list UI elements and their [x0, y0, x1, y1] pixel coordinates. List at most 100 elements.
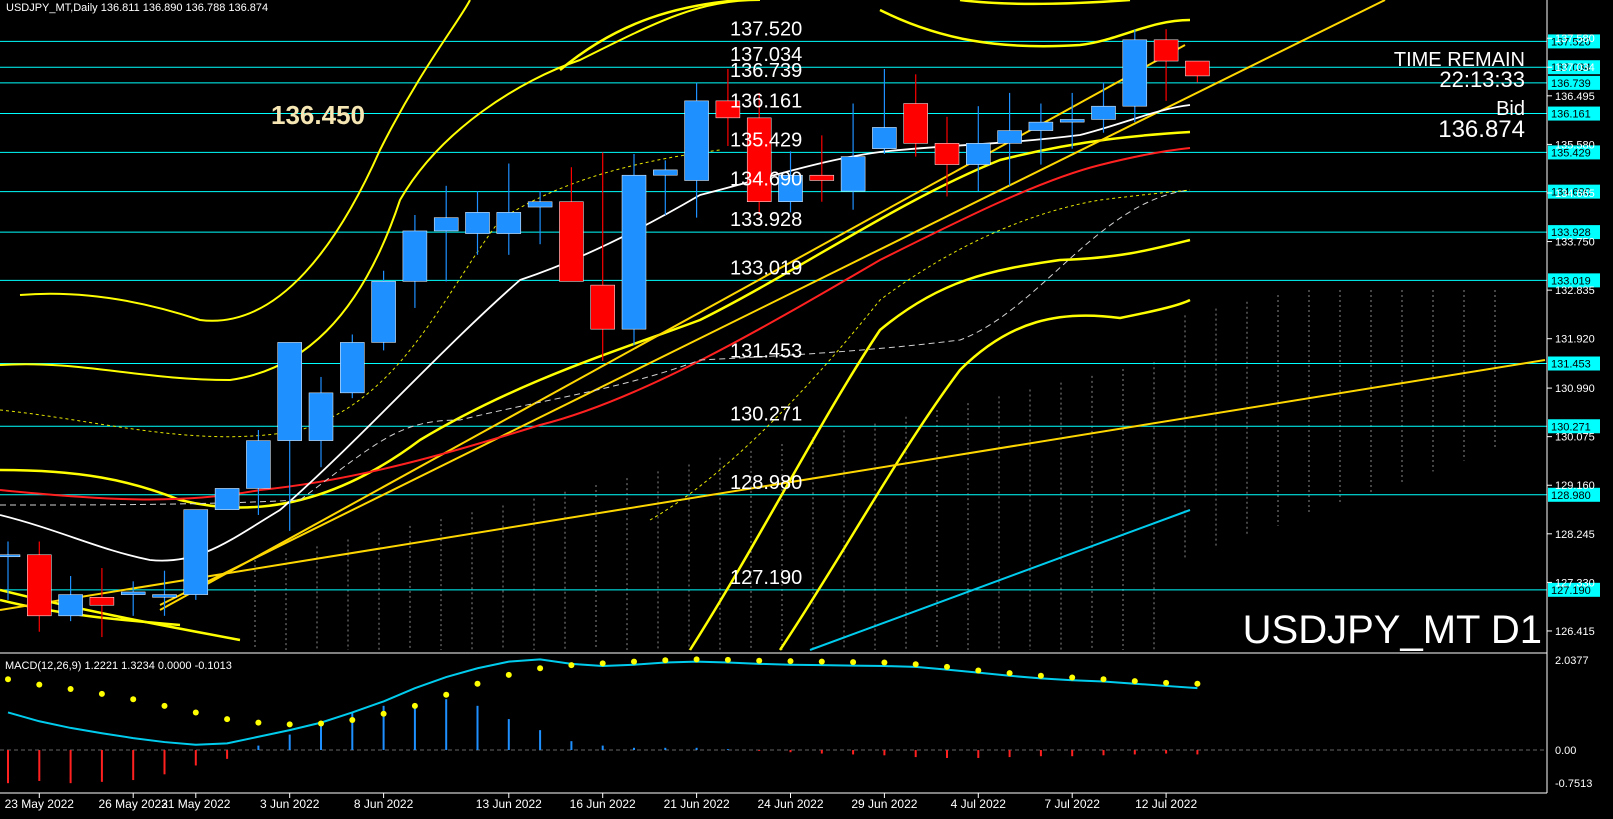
level-label: 128.980 — [730, 472, 802, 494]
price-tick-label: 129.160 — [1555, 480, 1595, 492]
bull-candle — [214, 488, 240, 510]
bull-candle — [402, 230, 428, 282]
bull-candle — [371, 281, 396, 343]
macd-signal-dot — [224, 716, 231, 723]
level-label: 133.019 — [730, 257, 802, 279]
level-label: 133.928 — [730, 209, 802, 231]
date-tick-label: 29 Jun 2022 — [851, 797, 917, 811]
macd-signal-dot — [443, 691, 450, 698]
price-tick-label: 135.580 — [1555, 139, 1595, 151]
date-tick-label: 4 Jul 2022 — [951, 797, 1007, 811]
bull-candle — [1122, 39, 1148, 107]
price-tick-label: 130.990 — [1555, 383, 1595, 395]
macd-signal-dot — [944, 663, 950, 670]
price-tick-label: 128.245 — [1555, 529, 1595, 541]
macd-signal-dot — [318, 720, 324, 727]
macd-tick-label: -0.7513 — [1555, 778, 1592, 790]
macd-signal-dot — [1069, 674, 1076, 681]
bull-candle — [465, 212, 490, 234]
macd-signal-dot — [724, 656, 731, 663]
bull-candle — [277, 342, 302, 441]
bull-candle — [527, 201, 553, 208]
level-price-tag-label: 131.453 — [1551, 359, 1591, 371]
bull-candle — [1091, 105, 1116, 120]
macd-label: MACD(12,26,9) 1.2221 1.3234 0.0000 -0.10… — [5, 660, 232, 672]
macd-signal-dot — [1037, 672, 1044, 679]
chart-header: USDJPY_MT,Daily 136.811 136.890 136.788 … — [6, 2, 268, 14]
bull-candle — [621, 174, 647, 330]
bear-candle — [903, 103, 928, 144]
marker-label: 136.450 — [271, 100, 365, 130]
level-price-tag-label: 136.739 — [1551, 78, 1591, 90]
level-label: 136.161 — [730, 91, 802, 113]
chart-background — [0, 0, 1613, 819]
bear-candle — [590, 284, 615, 330]
bull-candle — [58, 594, 83, 617]
bull-candle — [152, 594, 177, 598]
date-tick-label: 7 Jul 2022 — [1045, 797, 1101, 811]
price-tick-label: 133.750 — [1555, 237, 1595, 249]
date-tick-label: 16 Jun 2022 — [570, 797, 636, 811]
bear-candle — [1185, 60, 1210, 77]
price-tick-label: 136.495 — [1555, 91, 1595, 103]
bull-candle — [0, 554, 21, 558]
macd-signal-dot — [756, 657, 763, 664]
macd-signal-dot — [1194, 680, 1201, 687]
price-tick-label: 137.034 — [1555, 62, 1595, 74]
macd-signal-dot — [568, 662, 575, 669]
macd-signal-dot — [693, 656, 700, 663]
date-tick-label: 26 May 2022 — [99, 797, 169, 811]
macd-signal-dot — [380, 710, 387, 717]
macd-signal-dot — [349, 716, 356, 723]
bull-candle — [872, 127, 897, 149]
bull-candle — [120, 591, 146, 595]
bear-candle — [89, 597, 115, 606]
price-tick-label: 132.835 — [1555, 285, 1595, 297]
macd-signal-dot — [411, 702, 418, 709]
bull-candle — [308, 392, 334, 441]
bull-candle — [1028, 121, 1054, 131]
price-chart[interactable]: 137.520 137.034 136.739 136.161 135.429 134.6… — [0, 0, 1613, 819]
bull-candle — [997, 130, 1022, 144]
macd-signal-dot — [98, 690, 105, 697]
level-label: 135.429 — [730, 129, 802, 151]
macd-tick-label: 2.0377 — [1555, 655, 1589, 667]
macd-signal-dot — [818, 658, 825, 665]
bull-candle — [433, 217, 459, 232]
level-label: 127.190 — [730, 567, 802, 589]
macd-signal-dot — [599, 660, 606, 667]
price-tick-label: 131.920 — [1555, 334, 1595, 346]
date-tick-label: 21 Jun 2022 — [664, 797, 730, 811]
price-tick-label: 127.330 — [1555, 577, 1595, 589]
macd-signal-dot — [255, 719, 262, 726]
bear-candle — [1153, 39, 1179, 62]
level-label: 131.453 — [730, 341, 802, 363]
macd-signal-dot — [1006, 670, 1013, 677]
macd-signal-dot — [474, 680, 481, 687]
time-remain-value: 22:13:33 — [1439, 67, 1525, 92]
price-tick-label: 126.415 — [1555, 626, 1595, 638]
bull-candle — [246, 440, 271, 489]
macd-signal-dot — [1131, 678, 1138, 685]
date-tick-label: 12 Jul 2022 — [1135, 797, 1197, 811]
macd-signal-dot — [192, 709, 199, 716]
macd-signal-dot — [505, 671, 512, 678]
price-tick-label: 130.075 — [1555, 432, 1595, 444]
macd-signal-dot — [286, 721, 293, 728]
bid-value: 136.874 — [1438, 116, 1525, 143]
bull-candle — [840, 156, 866, 192]
level-label: 134.690 — [730, 169, 802, 191]
bear-candle — [559, 201, 584, 282]
macd-signal-dot — [662, 657, 669, 664]
price-tick-label: 134.665 — [1555, 188, 1595, 200]
macd-signal-dot — [537, 665, 544, 672]
bull-candle — [653, 169, 678, 176]
macd-signal-dot — [631, 658, 637, 665]
macd-signal-dot — [787, 658, 794, 665]
symbol-label: USDJPY_MT D1 — [1243, 608, 1542, 652]
bull-candle — [1059, 119, 1085, 123]
macd-signal-dot — [1163, 679, 1170, 686]
bull-candle — [183, 509, 209, 595]
macd-signal-dot — [161, 702, 168, 709]
bull-candle — [966, 143, 991, 165]
